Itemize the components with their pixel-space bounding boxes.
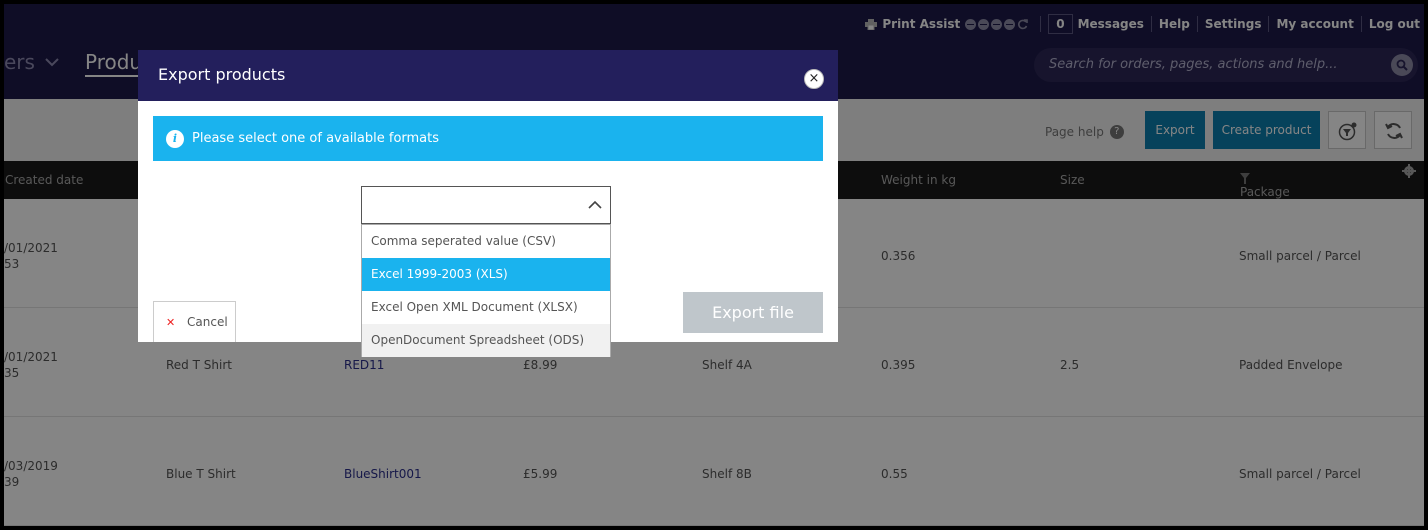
close-icon: ✕ xyxy=(166,316,176,329)
dialog-header: Export products × xyxy=(138,50,838,101)
format-option-ods[interactable]: OpenDocument Spreadsheet (ODS) xyxy=(362,324,610,357)
dialog-title: Export products xyxy=(158,65,286,84)
format-options-list: Comma seperated value (CSV) Excel 1999-2… xyxy=(361,224,611,357)
format-option-csv[interactable]: Comma seperated value (CSV) xyxy=(362,225,610,258)
close-icon[interactable]: × xyxy=(804,69,824,89)
info-banner: i Please select one of available formats xyxy=(153,116,823,161)
cancel-label: Cancel xyxy=(187,315,228,329)
app-window: Print Assist 0 Messages Help Settings My… xyxy=(4,4,1424,526)
format-option-xlsx[interactable]: Excel Open XML Document (XLSX) xyxy=(362,291,610,324)
format-option-xls[interactable]: Excel 1999-2003 (XLS) xyxy=(362,258,610,291)
info-message: Please select one of available formats xyxy=(192,131,440,146)
cancel-button[interactable]: ✕ Cancel xyxy=(153,301,236,342)
format-select[interactable] xyxy=(361,186,611,224)
chevron-up-icon xyxy=(588,200,602,209)
info-icon: i xyxy=(166,129,184,148)
export-file-button[interactable]: Export file xyxy=(683,292,823,333)
